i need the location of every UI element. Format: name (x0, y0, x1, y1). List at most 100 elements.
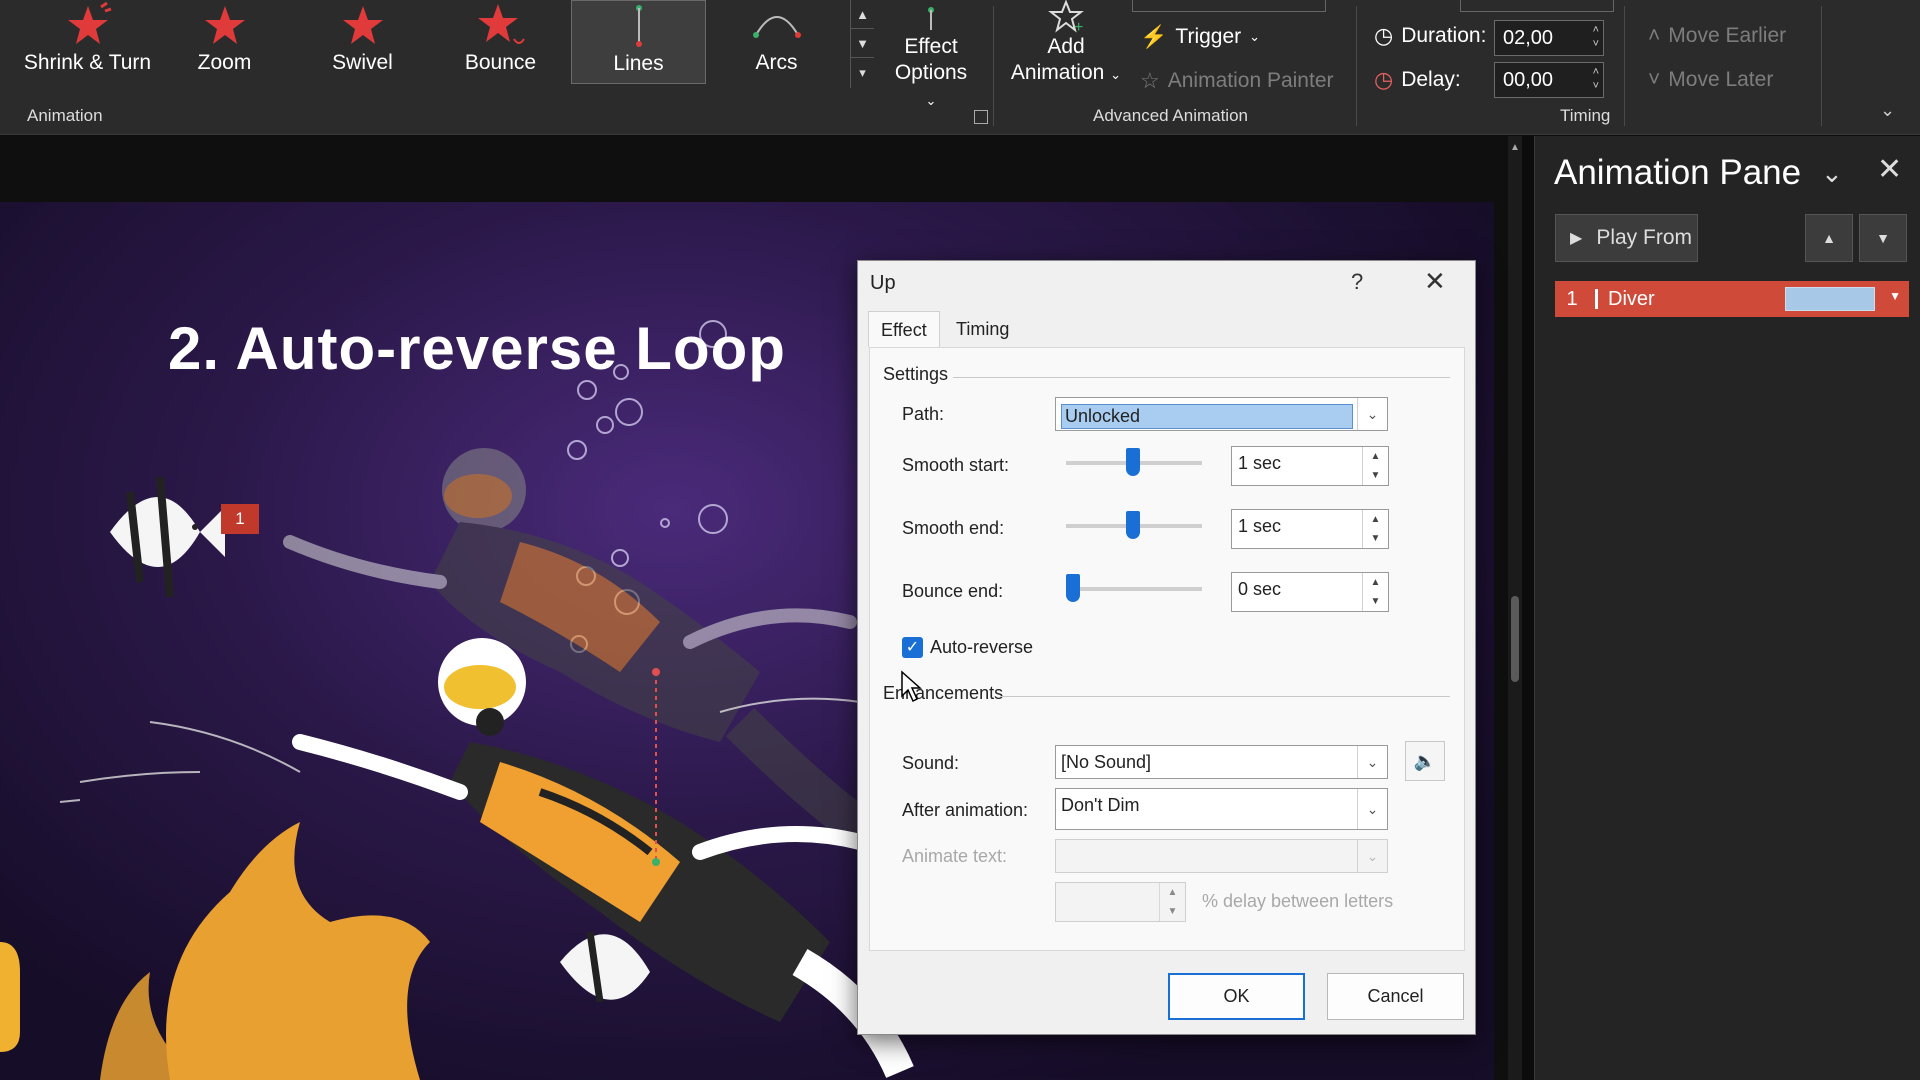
animation-painter-label: Animation Painter (1167, 69, 1334, 92)
slide-title[interactable]: 2. Auto-reverse Loop (168, 314, 786, 383)
add-animation-label-2: Animation (1010, 61, 1105, 84)
speaker-icon[interactable]: 🔈 (1405, 741, 1445, 781)
cancel-button[interactable]: Cancel (1327, 973, 1464, 1020)
dialog-launcher-icon[interactable] (974, 110, 988, 124)
clock-icon: ◷ (1374, 23, 1394, 48)
move-down-button[interactable]: ▼ (1859, 214, 1907, 262)
chevron-down-icon[interactable]: ⌄ (1357, 398, 1387, 430)
gallery-item-lines[interactable]: Lines (571, 0, 706, 84)
chevron-down-icon[interactable]: ⌄ (1357, 746, 1387, 778)
animation-painter-button[interactable]: ☆ Animation Painter (1140, 68, 1334, 94)
smooth-start-spinner[interactable]: 1 sec ▲ ▼ (1231, 446, 1389, 486)
spinner-arrows-icon[interactable]: ▲ ▼ (1159, 883, 1185, 921)
delay-value: 00,00 (1503, 69, 1554, 91)
trigger-button[interactable]: ⚡ Trigger ⌄ (1140, 24, 1260, 50)
animation-number: 1 (1566, 287, 1578, 310)
sound-dropdown[interactable]: [No Sound] ⌄ (1055, 745, 1388, 779)
chevron-down-icon[interactable]: ▼ (1889, 289, 1901, 303)
chevron-up-icon: ˄ (1648, 24, 1661, 47)
gallery-label: Bounce (464, 51, 537, 74)
pane-title: Animation Pane (1554, 153, 1802, 192)
gallery-label: Shrink & Turn (23, 51, 152, 74)
tab-effect[interactable]: Effect (868, 311, 940, 347)
delay-spinner[interactable]: 00,00 ˄ ˅ (1494, 62, 1604, 98)
duration-spinner[interactable]: 02,00 ˄ ˅ (1494, 20, 1604, 56)
spinner-arrows-icon[interactable]: ▲ ▼ (1362, 573, 1388, 611)
gallery-item-bounce[interactable]: Bounce (433, 0, 568, 84)
chevron-down-icon[interactable]: ⌄ (1357, 789, 1387, 829)
gallery-item-swivel[interactable]: Swivel (295, 0, 430, 84)
smooth-end-label: Smooth end: (902, 518, 1005, 538)
path-dropdown[interactable]: Unlocked ⌄ (1055, 397, 1388, 431)
slider-thumb[interactable] (1126, 448, 1140, 476)
bounce-end-spinner[interactable]: 0 sec ▲ ▼ (1231, 572, 1389, 612)
settings-section-label: Settings (883, 364, 949, 384)
after-animation-label: After animation: (902, 800, 1029, 820)
animation-group-label: Animation (27, 106, 103, 125)
group-divider (993, 6, 994, 126)
animate-text-dropdown[interactable]: ⌄ (1055, 839, 1388, 873)
bounce-end-label: Bounce end: (902, 581, 1004, 601)
move-earlier-button[interactable]: ˄ Move Earlier (1648, 24, 1786, 48)
mouse-cursor-icon (901, 670, 922, 703)
gallery-item-arcs[interactable]: Arcs (709, 0, 844, 84)
spinner-arrows-icon[interactable]: ▲ ▼ (1362, 510, 1388, 548)
chevron-down-icon[interactable]: ⌄ (1821, 158, 1843, 189)
move-earlier-label: Move Earlier (1668, 24, 1787, 47)
bounce-end-slider[interactable] (1066, 574, 1202, 602)
after-animation-dropdown[interactable]: Don't Dim ⌄ (1055, 788, 1388, 830)
help-icon[interactable]: ? (1351, 269, 1363, 295)
gallery-scroll-up-icon[interactable]: ▲ (851, 0, 874, 29)
trigger-label: Trigger (1175, 25, 1242, 48)
animation-list-item[interactable]: 1 Diver ▼ (1555, 281, 1909, 317)
vertical-scrollbar[interactable]: ▲ (1508, 136, 1522, 1080)
gallery-scroll-down-icon[interactable]: ▼ (851, 29, 874, 58)
path-label: Path: (902, 404, 945, 424)
gallery-scroll: ▲ ▼ ▾ (850, 0, 874, 88)
spinner-arrows-icon[interactable]: ▲ ▼ (1362, 447, 1388, 485)
move-later-button[interactable]: ˅ Move Later (1648, 68, 1773, 92)
gallery-item-zoom[interactable]: Zoom (157, 0, 292, 84)
tab-timing[interactable]: Timing (944, 311, 1021, 347)
spinner-arrows-icon[interactable]: ˄ ˅ (1593, 23, 1599, 51)
spinner-arrows-icon[interactable]: ˄ ˅ (1593, 65, 1599, 93)
smooth-end-spinner[interactable]: 1 sec ▲ ▼ (1231, 509, 1389, 549)
smooth-end-slider[interactable] (1066, 511, 1202, 539)
gallery-item-shrink-turn[interactable]: Shrink & Turn (20, 0, 155, 84)
slider-thumb[interactable] (1066, 574, 1080, 602)
smooth-end-value: 1 sec (1238, 516, 1282, 536)
animation-pane-button[interactable] (1132, 0, 1326, 12)
play-from-button[interactable]: ▶ Play From (1555, 214, 1698, 262)
add-animation-label-1: Add (1047, 35, 1085, 58)
auto-reverse-label[interactable]: Auto-reverse (930, 637, 1033, 658)
add-animation-star-icon: + (1006, 0, 1126, 34)
close-icon[interactable]: ✕ (1877, 152, 1902, 187)
timeline-bar[interactable] (1785, 287, 1875, 311)
slider-thumb[interactable] (1126, 511, 1140, 539)
delay-between-letters-spinner[interactable]: ▲ ▼ (1055, 882, 1186, 922)
effect-options-button[interactable]: Effect Options ⌄ (888, 6, 974, 114)
smooth-start-label: Smooth start: (902, 455, 1010, 475)
duration-value: 02,00 (1503, 27, 1554, 49)
start-dropdown[interactable] (1460, 0, 1614, 12)
gallery-more-icon[interactable]: ▾ (851, 58, 874, 87)
lines-path-icon (572, 1, 705, 53)
group-divider (1624, 6, 1625, 126)
delay-clock-icon: ◷ (1374, 67, 1394, 92)
collapse-ribbon-icon[interactable]: ⌄ (1880, 100, 1895, 121)
add-animation-button[interactable]: + Add Animation ⌄ (1006, 0, 1126, 88)
ok-button[interactable]: OK (1168, 973, 1305, 1020)
delay-label: Delay: (1401, 68, 1461, 91)
scroll-up-icon[interactable]: ▲ (1510, 142, 1520, 153)
animation-order-tag[interactable]: 1 (221, 504, 259, 534)
animation-pane: Animation Pane ⌄ ✕ ▶ Play From ▲ ▼ 1 Div… (1534, 136, 1920, 1080)
chevron-down-icon[interactable]: ⌄ (1357, 840, 1387, 872)
painter-star-icon: ☆ (1140, 68, 1160, 93)
auto-reverse-checkbox[interactable]: ✓ (902, 637, 923, 658)
scrollbar-thumb[interactable] (1511, 596, 1519, 682)
effect-tab-panel: Settings Path: Unlocked ⌄ Smooth start: … (869, 347, 1465, 951)
move-up-button[interactable]: ▲ (1805, 214, 1853, 262)
chevron-down-icon: ⌄ (925, 93, 937, 108)
close-icon[interactable]: ✕ (1424, 266, 1446, 297)
smooth-start-slider[interactable] (1066, 448, 1202, 476)
